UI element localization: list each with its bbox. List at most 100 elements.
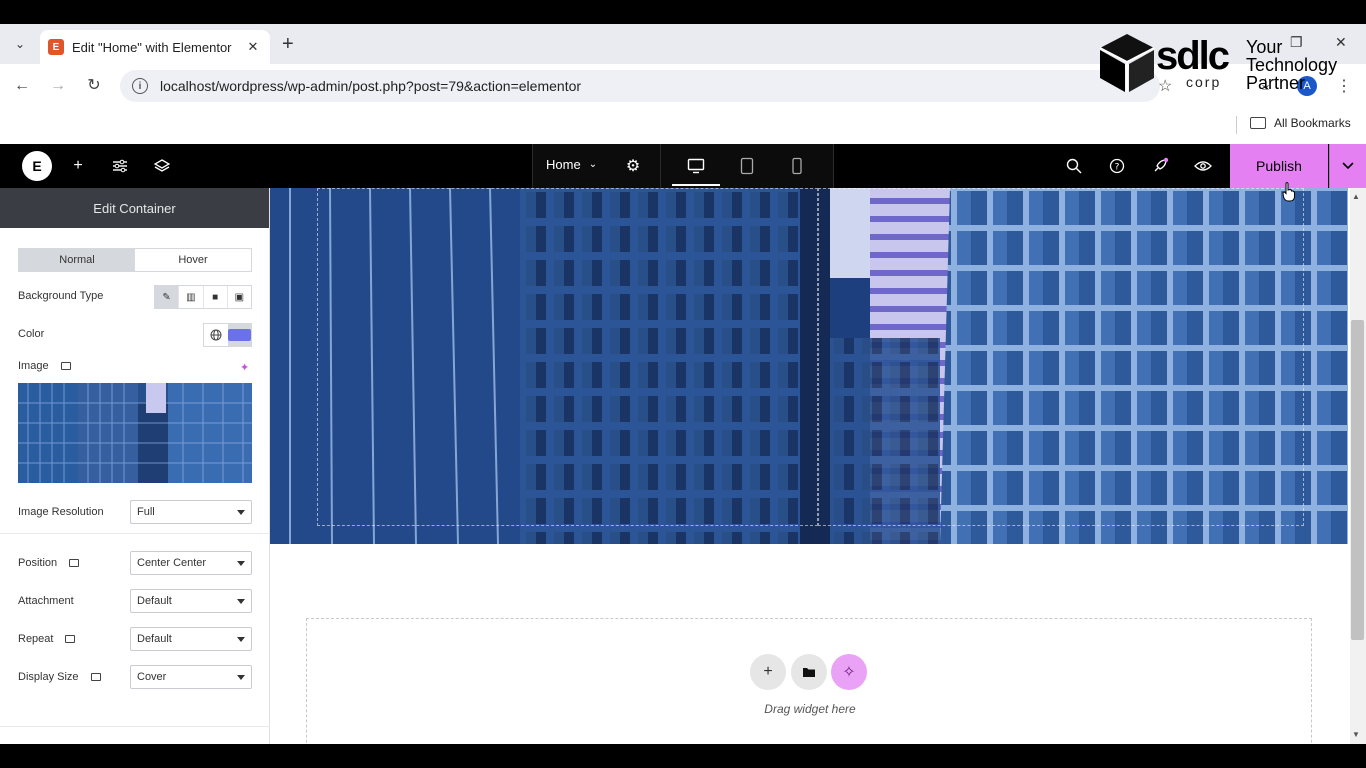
repeat-select[interactable]: Default (130, 627, 252, 651)
site-info-icon[interactable]: i (132, 78, 148, 94)
background-image-thumbnail[interactable] (18, 383, 252, 483)
panel-title: Edit Container (0, 188, 269, 228)
caret-down-icon (237, 561, 245, 566)
responsive-desktop-icon[interactable] (60, 362, 71, 370)
tab-close-icon[interactable]: ✕ (244, 39, 262, 55)
finder-search-icon[interactable] (1064, 156, 1084, 176)
background-type-control: ✎ ▥ ■ ▣ (154, 285, 252, 309)
folder-icon (1250, 117, 1266, 129)
edit-container-panel: Edit Container Normal Hover Background T… (0, 188, 270, 744)
responsive-desktop-icon[interactable] (90, 673, 101, 681)
reload-icon[interactable]: ↻ (84, 76, 104, 96)
publish-options-chevron-icon[interactable] (1329, 144, 1366, 188)
panel-separator (0, 726, 270, 727)
forward-arrow-icon[interactable]: → (48, 76, 68, 96)
drag-widget-hint: Drag widget here (764, 702, 856, 716)
scroll-down-arrow-icon[interactable]: ▼ (1352, 730, 1360, 739)
caret-down-icon (237, 510, 245, 515)
repeat-value: Default (137, 633, 172, 645)
display-size-select[interactable]: Cover (130, 665, 252, 689)
desktop-device-icon[interactable] (686, 156, 706, 176)
page-name-label: Home (546, 157, 581, 172)
display-size-label: Display Size (18, 671, 79, 683)
position-label: Position (18, 557, 58, 569)
elementor-logo-button[interactable]: E (22, 151, 52, 181)
image-resolution-select[interactable]: Full (130, 500, 252, 524)
logo-brand-text: sdlc (1156, 34, 1230, 78)
color-swatch-button[interactable] (227, 324, 251, 346)
global-colors-globe-icon[interactable] (204, 324, 228, 346)
position-select[interactable]: Center Center (130, 551, 252, 575)
all-bookmarks-link[interactable]: All Bookmarks (1250, 116, 1351, 130)
active-device-indicator (672, 184, 720, 186)
inner-container-outline (317, 188, 818, 526)
page-name-dropdown[interactable]: Home ⌄ (546, 157, 597, 172)
attachment-value: Default (137, 595, 172, 607)
bookmarks-bar: All Bookmarks (0, 108, 1366, 144)
mobile-device-icon[interactable] (787, 156, 807, 176)
elementor-top-bar: E + Home ⌄ ⚙ ? (0, 144, 1366, 188)
responsive-desktop-icon[interactable] (65, 635, 76, 643)
hero-container-background[interactable] (270, 188, 1348, 544)
add-new-container-button[interactable]: + (750, 654, 786, 690)
publish-button[interactable]: Publish (1230, 144, 1328, 188)
tab-title: Edit "Home" with Elementor (72, 39, 232, 55)
all-bookmarks-label: All Bookmarks (1274, 116, 1351, 130)
page-settings-gear-icon[interactable]: ⚙ (623, 156, 643, 176)
svg-text:?: ? (1115, 163, 1120, 173)
preview-eye-icon[interactable] (1193, 156, 1213, 176)
elementor-favicon-icon: E (48, 39, 64, 55)
template-library-folder-icon[interactable] (791, 654, 827, 690)
caret-down-icon (237, 637, 245, 642)
tab-search-chevron-icon[interactable]: ⌄ (8, 32, 32, 56)
url-omnibox[interactable]: i localhost/wordpress/wp-admin/post.php?… (120, 70, 1160, 102)
editor-canvas: + ✧ Drag widget here (270, 188, 1350, 744)
background-type-label: Background Type (18, 290, 104, 302)
caret-down-icon (237, 675, 245, 680)
attachment-label: Attachment (18, 595, 74, 607)
video-icon[interactable]: ■ (204, 286, 228, 308)
display-size-control-label: Display Size (18, 671, 101, 683)
scroll-up-arrow-icon[interactable]: ▲ (1352, 192, 1360, 201)
logo-corp-text: corp (1186, 74, 1222, 90)
screen: ⌄ E Edit "Home" with Elementor ✕ + ❐ ✕ ←… (0, 0, 1366, 768)
color-swatch (227, 329, 251, 341)
structure-layers-icon[interactable] (152, 156, 172, 176)
site-settings-sliders-icon[interactable] (110, 156, 130, 176)
elementor-logo-glyph: E (32, 158, 42, 174)
help-question-icon[interactable]: ? (1107, 156, 1127, 176)
responsive-desktop-icon[interactable] (69, 559, 80, 567)
tablet-device-icon[interactable] (737, 156, 757, 176)
device-divider (660, 144, 661, 188)
image-label: Image (18, 360, 49, 372)
gradient-icon[interactable]: ▥ (179, 286, 204, 308)
color-control (203, 323, 252, 347)
slideshow-icon[interactable]: ▣ (228, 286, 251, 308)
attachment-select[interactable]: Default (130, 589, 252, 613)
ai-generate-sparkle-icon[interactable]: ✧ (831, 654, 867, 690)
chevron-down-icon: ⌄ (588, 159, 598, 170)
normal-hover-tabs: Normal Hover (18, 248, 252, 272)
position-value: Center Center (137, 557, 207, 569)
display-size-value: Cover (137, 671, 167, 683)
add-element-icon[interactable]: + (68, 156, 88, 176)
cube-logo-icon (1099, 34, 1155, 92)
inner-container-outline (818, 188, 1304, 526)
new-tab-button[interactable]: + (282, 34, 294, 54)
back-arrow-icon[interactable]: ← (12, 76, 32, 96)
ai-sparkle-icon[interactable]: ✦ (240, 361, 249, 374)
scrollbar-thumb[interactable] (1351, 320, 1364, 640)
panel-separator (0, 533, 270, 534)
position-control-label: Position (18, 557, 80, 569)
repeat-control-label: Repeat (18, 633, 76, 645)
color-label: Color (18, 328, 45, 340)
classic-brush-icon[interactable]: ✎ (155, 286, 180, 308)
tab-normal[interactable]: Normal (19, 249, 135, 271)
repeat-label: Repeat (18, 633, 54, 645)
whats-new-rocket-icon[interactable] (1150, 156, 1170, 176)
tab-hover[interactable]: Hover (135, 249, 251, 271)
url-text: localhost/wordpress/wp-admin/post.php?po… (160, 78, 582, 94)
logo-tagline: Your Technology Partner (1246, 37, 1338, 93)
browser-tab-active[interactable]: E Edit "Home" with Elementor ✕ (40, 30, 270, 64)
caret-down-icon (237, 599, 245, 604)
